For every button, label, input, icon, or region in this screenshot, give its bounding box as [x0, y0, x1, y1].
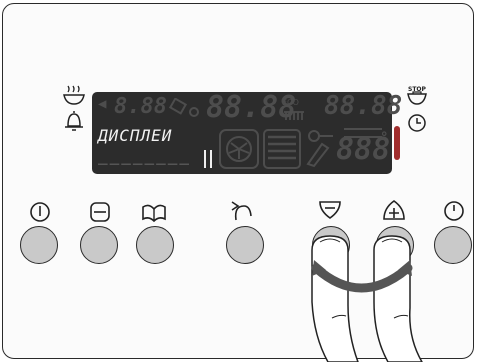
thermometer-icon: [394, 126, 400, 160]
fan-icon: [219, 129, 259, 169]
back-icon: [231, 201, 252, 221]
back-button[interactable]: [226, 226, 264, 264]
cursor-mark: [204, 150, 212, 168]
book-icon: [142, 204, 166, 223]
bell-icon: [65, 111, 83, 131]
display-text: ДИСПЛЕИ: [98, 126, 173, 145]
segment-top-right: 88.88: [324, 91, 403, 121]
placeholder-row: ________: [98, 146, 192, 165]
menu-icon: [90, 202, 110, 222]
segment-indicator-left: ◀: [98, 96, 107, 112]
probe-icon: [168, 98, 199, 117]
lcd-display: ◀ 8.88 88.88 ECO 88.88 ДИСПЛЕИ ________ …: [92, 90, 402, 174]
fingers-illustration: [311, 235, 423, 362]
recipe-book-button[interactable]: [136, 226, 174, 264]
on-off-button[interactable]: [20, 226, 58, 264]
grill-icon: [284, 111, 304, 120]
power-icon: [30, 202, 50, 222]
clock-indicator-icon: [408, 114, 426, 132]
stop-pot-icon: [407, 91, 427, 105]
level-bar: [344, 128, 382, 138]
meat-probe-icon: [306, 130, 333, 168]
eco-label: ECO: [282, 98, 299, 107]
menu-button[interactable]: [80, 226, 118, 264]
segment-top-left: 8.88: [114, 94, 167, 119]
heating-elements-icon: [263, 129, 301, 169]
